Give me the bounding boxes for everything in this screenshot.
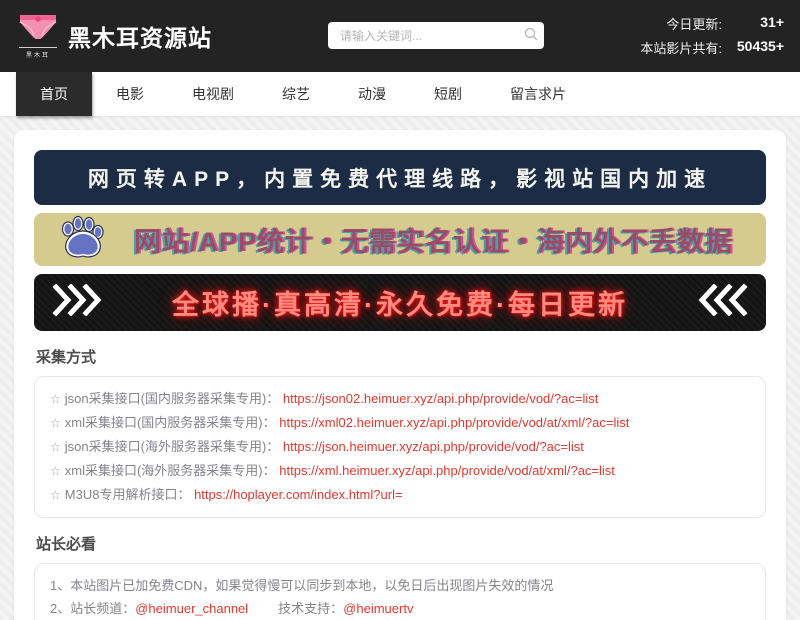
nav-item-tv[interactable]: 电视剧 <box>168 72 258 116</box>
search-input[interactable] <box>328 29 518 43</box>
stat-value-total: 50435+ <box>726 38 784 57</box>
note-row-contacts: 2、站长频道：@heimuer_channel 技术支持：@heimuertv <box>50 597 750 620</box>
webmaster-section-title: 站长必看 <box>36 533 764 554</box>
api-row: ☆ xml采集接口(海外服务器采集专用)： https://xml.heimuer… <box>50 459 750 483</box>
banner-web-to-app-text: 网页转APP，内置免费代理线路，影视站国内加速 <box>88 163 712 193</box>
stat-value-updates: 31+ <box>726 14 784 33</box>
webmaster-notes-box: 1、本站图片已加免费CDN，如果觉得慢可以同步到本地，以免日后出现图片失效的情况… <box>34 563 766 620</box>
main-card: 网页转APP，内置免费代理线路，影视站国内加速 网站/APP统计・无需实名认证・… <box>14 130 786 620</box>
api-label: json采集接口(国内服务器采集专用)： <box>65 391 280 406</box>
nav-item-home[interactable]: 首页 <box>16 72 92 116</box>
banner-site-statistics[interactable]: 网站/APP统计・无需实名认证・海内外不丢数据 <box>34 213 766 266</box>
site-title[interactable]: 黑木耳资源站 <box>68 19 212 53</box>
note-channel-label: 2、站长频道： <box>50 601 135 616</box>
banner-global-play[interactable]: 全球播·真高清·永久免费·每日更新 <box>34 274 766 331</box>
site-logo[interactable]: 黑木耳 <box>16 14 60 59</box>
api-label: json采集接口(海外服务器采集专用)： <box>65 439 280 454</box>
nav-item-shorts[interactable]: 短剧 <box>410 72 486 116</box>
api-label: M3U8专用解析接口： <box>65 487 191 502</box>
nav-item-movies[interactable]: 电影 <box>92 72 168 116</box>
api-link-xml-overseas[interactable]: https://xml.heimuer.xyz/api.php/provide/… <box>279 463 615 478</box>
collect-section-title: 采集方式 <box>36 346 764 367</box>
star-icon: ☆ <box>50 392 61 406</box>
paw-icon <box>56 215 108 264</box>
api-link-xml-domestic[interactable]: https://xml02.heimuer.xyz/api.php/provid… <box>279 415 629 430</box>
panties-logo-icon <box>19 14 57 45</box>
logo-caption: 黑木耳 <box>26 50 50 59</box>
main-nav: 首页 电影 电视剧 综艺 动漫 短剧 留言求片 <box>0 72 800 116</box>
chevrons-right-icon <box>52 284 104 321</box>
api-link-m3u8-parser[interactable]: https://hoplayer.com/index.html?url= <box>194 487 402 502</box>
note-row-cdn: 1、本站图片已加免费CDN，如果觉得慢可以同步到本地，以免日后出现图片失效的情况 <box>50 574 750 597</box>
collect-api-box: ☆ json采集接口(国内服务器采集专用)： https://json02.hei… <box>34 376 766 518</box>
api-row: ☆ json采集接口(国内服务器采集专用)： https://json02.hei… <box>50 387 750 411</box>
stat-label-updates: 今日更新: <box>640 14 722 33</box>
search-bar <box>328 22 544 49</box>
api-link-json-domestic[interactable]: https://json02.heimuer.xyz/api.php/provi… <box>283 391 598 406</box>
api-row: ☆ json采集接口(海外服务器采集专用)： https://json.heimu… <box>50 435 750 459</box>
support-link[interactable]: @heimuertv <box>343 601 413 616</box>
search-icon <box>524 27 538 44</box>
note-cdn-text: 1、本站图片已加免费CDN，如果觉得慢可以同步到本地，以免日后出现图片失效的情况 <box>50 578 553 593</box>
star-icon: ☆ <box>50 416 61 430</box>
banner-site-statistics-text: 网站/APP统计・无需实名认证・海内外不丢数据 <box>134 220 733 259</box>
api-label: xml采集接口(国内服务器采集专用)： <box>65 415 276 430</box>
header: 黑木耳 黑木耳资源站 今日更新: 31+ 本站影片共有: 50435+ <box>0 0 800 72</box>
site-stats: 今日更新: 31+ 本站影片共有: 50435+ <box>640 14 784 57</box>
nav-item-variety[interactable]: 综艺 <box>258 72 334 116</box>
banner-web-to-app[interactable]: 网页转APP，内置免费代理线路，影视站国内加速 <box>34 150 766 205</box>
search-button[interactable] <box>518 22 544 49</box>
channel-link[interactable]: @heimuer_channel <box>135 601 248 616</box>
api-link-json-overseas[interactable]: https://json.heimuer.xyz/api.php/provide… <box>283 439 584 454</box>
chevrons-left-icon <box>696 284 748 321</box>
nav-item-anime[interactable]: 动漫 <box>334 72 410 116</box>
logo-divider <box>19 47 57 48</box>
star-icon: ☆ <box>50 464 61 478</box>
note-support-label: 技术支持： <box>278 601 343 616</box>
api-row: ☆ M3U8专用解析接口： https://hoplayer.com/index.… <box>50 483 750 507</box>
star-icon: ☆ <box>50 440 61 454</box>
api-row: ☆ xml采集接口(国内服务器采集专用)： https://xml02.heimu… <box>50 411 750 435</box>
api-label: xml采集接口(海外服务器采集专用)： <box>65 463 276 478</box>
nav-item-request[interactable]: 留言求片 <box>486 72 590 116</box>
star-icon: ☆ <box>50 488 61 502</box>
banner-global-play-text: 全球播·真高清·永久免费·每日更新 <box>172 283 628 322</box>
stat-label-total: 本站影片共有: <box>640 38 722 57</box>
